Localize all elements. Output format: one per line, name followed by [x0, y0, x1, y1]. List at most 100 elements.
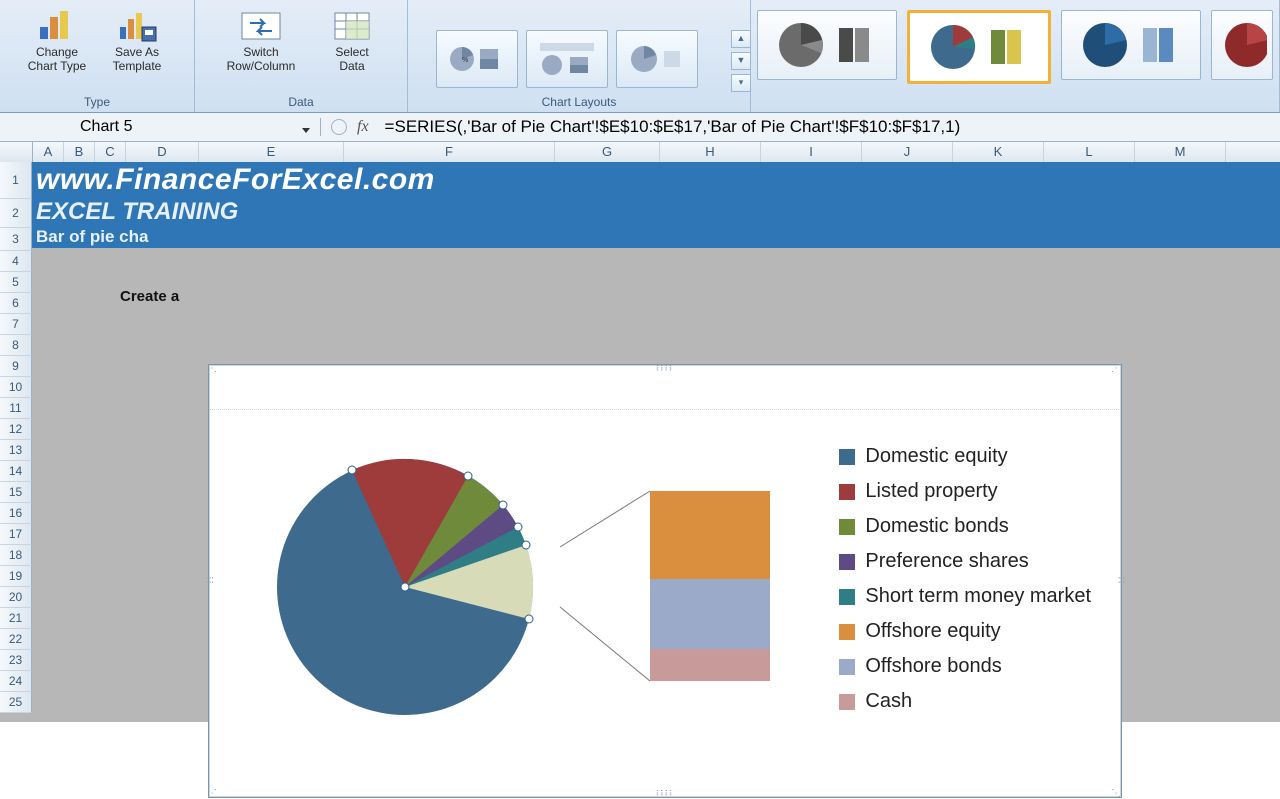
row-header[interactable]: 23 [0, 650, 32, 671]
legend-label: Offshore equity [865, 620, 1000, 643]
legend-item[interactable]: Preference shares [839, 544, 1091, 579]
column-header[interactable]: F [344, 142, 555, 162]
column-header[interactable]: C [95, 142, 126, 162]
row-header[interactable]: 15 [0, 482, 32, 503]
row-header[interactable]: 5 [0, 272, 32, 293]
row-header[interactable]: 21 [0, 608, 32, 629]
row-header[interactable]: 12 [0, 419, 32, 440]
chart-style-colorful[interactable] [907, 10, 1051, 84]
select-data-button[interactable]: Select Data [312, 4, 392, 92]
row-header[interactable]: 3 [0, 228, 32, 251]
column-header[interactable]: D [126, 142, 199, 162]
formula-input[interactable] [383, 116, 1280, 138]
cell-d5: Create a [120, 288, 179, 305]
worksheet: ABCDEFGHIJKLM 12345678910111213141516171… [0, 142, 1280, 722]
formula-bar: Chart 5 fx [0, 113, 1280, 142]
row-header[interactable]: 17 [0, 524, 32, 545]
data-group-label: Data [288, 92, 313, 112]
legend-item[interactable]: Cash [839, 684, 1091, 719]
legend-label: Listed property [865, 480, 997, 503]
row-header[interactable]: 1 [0, 162, 32, 199]
fx-icon[interactable]: fx [357, 118, 369, 136]
legend-swatch [839, 554, 855, 570]
layouts-group-label: Chart Layouts [542, 92, 617, 112]
column-header[interactable]: J [862, 142, 953, 162]
row-header[interactable]: 25 [0, 692, 32, 713]
switch-row-column-button[interactable]: Switch Row/Column [210, 4, 312, 92]
name-box-value: Chart 5 [80, 118, 132, 136]
ribbon-group-data: Switch Row/Column Select Data Data [195, 0, 408, 112]
row-header[interactable]: 9 [0, 356, 32, 377]
chart-legend[interactable]: Domestic equity Listed property Domestic… [839, 439, 1091, 719]
chart-handle-se[interactable]: ⋱ [1111, 788, 1123, 799]
chart-style-red[interactable] [1211, 10, 1273, 80]
row-header[interactable]: 16 [0, 503, 32, 524]
layouts-scroll-up[interactable]: ▲ [731, 30, 751, 48]
change-chart-type-button[interactable]: Change Chart Type [17, 4, 97, 92]
column-header[interactable]: G [555, 142, 660, 162]
row-header[interactable]: 22 [0, 629, 32, 650]
legend-item[interactable]: Short term money market [839, 579, 1091, 614]
switch-icon [238, 9, 284, 43]
row-header[interactable]: 19 [0, 566, 32, 587]
legend-swatch [839, 449, 855, 465]
row-header[interactable]: 13 [0, 440, 32, 461]
legend-item[interactable]: Offshore equity [839, 614, 1091, 649]
legend-item[interactable]: Offshore bonds [839, 649, 1091, 684]
row-header[interactable]: 6 [0, 293, 32, 314]
column-header[interactable]: E [199, 142, 344, 162]
legend-item[interactable]: Domestic bonds [839, 509, 1091, 544]
row-header[interactable]: 24 [0, 671, 32, 692]
legend-label: Short term money market [865, 585, 1091, 608]
column-header[interactable]: I [761, 142, 862, 162]
column-header[interactable]: M [1135, 142, 1226, 162]
name-box[interactable]: Chart 5 [0, 118, 321, 136]
layouts-more[interactable]: ▾ [731, 74, 751, 92]
chart-layout-3[interactable] [616, 30, 698, 88]
row-headers: 1234567891011121314151617181920212223242… [0, 162, 32, 713]
row-header[interactable]: 8 [0, 335, 32, 356]
banner-subtitle: Bar of pie cha [32, 226, 1280, 248]
chart-handle-nw[interactable]: ⋱ [207, 363, 219, 374]
legend-item[interactable]: Domestic equity [839, 439, 1091, 474]
row-header[interactable]: 10 [0, 377, 32, 398]
switch-row-column-label: Switch Row/Column [227, 45, 296, 73]
chart-handle-sw[interactable]: ⋰ [207, 788, 219, 799]
row-header[interactable]: 18 [0, 545, 32, 566]
chart-layout-2[interactable] [526, 30, 608, 88]
legend-item[interactable]: Listed property [839, 474, 1091, 509]
column-header[interactable]: K [953, 142, 1044, 162]
layouts-scroll-down[interactable]: ▼ [731, 52, 751, 70]
column-headers: ABCDEFGHIJKLM [0, 142, 1280, 163]
ribbon: Change Chart Type Save As Template Type … [0, 0, 1280, 113]
legend-label: Cash [865, 690, 912, 713]
cancel-icon[interactable] [331, 119, 347, 135]
chart-style-blue[interactable] [1061, 10, 1201, 80]
chart-layout-1[interactable]: % [436, 30, 518, 88]
column-header[interactable]: L [1044, 142, 1135, 162]
save-as-template-button[interactable]: Save As Template [97, 4, 177, 92]
name-box-dropdown-icon[interactable] [300, 124, 312, 136]
column-header[interactable]: H [660, 142, 761, 162]
legend-label: Domestic equity [865, 445, 1007, 468]
chart-style-gray[interactable] [757, 10, 897, 80]
save-template-icon [114, 9, 160, 43]
row-header[interactable]: 11 [0, 398, 32, 419]
row-header[interactable]: 20 [0, 587, 32, 608]
chart-bottom-grip[interactable]: ፧፧፧፧ [656, 788, 673, 799]
chart-object[interactable]: ፧፧፧፧ ፧፧፧፧ ፧፧ ፧፧ [208, 364, 1122, 798]
ribbon-group-styles [751, 0, 1280, 112]
chart-right-grip[interactable]: ፧፧ [1115, 577, 1126, 586]
select-all-corner[interactable] [0, 142, 33, 162]
bar-of-pie-plot[interactable] [225, 417, 801, 777]
row-header[interactable]: 14 [0, 461, 32, 482]
chart-left-grip[interactable]: ፧፧ [204, 577, 215, 586]
row-header[interactable]: 7 [0, 314, 32, 335]
chart-top-grip[interactable]: ፧፧፧፧ [656, 363, 673, 374]
row-header[interactable]: 2 [0, 199, 32, 228]
column-header[interactable]: B [64, 142, 95, 162]
chart-handle-ne[interactable]: ⋰ [1111, 363, 1123, 374]
row-header[interactable]: 4 [0, 251, 32, 272]
type-group-label: Type [84, 92, 110, 112]
column-header[interactable]: A [33, 142, 64, 162]
